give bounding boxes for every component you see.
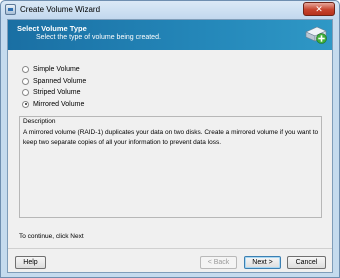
cancel-button[interactable]: Cancel bbox=[287, 256, 326, 269]
radio-button[interactable] bbox=[22, 100, 29, 108]
radio-label: Spanned Volume bbox=[33, 77, 87, 85]
radio-label: Striped Volume bbox=[33, 89, 81, 96]
radio-striped-volume[interactable]: Striped Volume bbox=[22, 87, 86, 98]
volume-type-radio-group: Simple Volume Spanned Volume Striped Vol… bbox=[22, 64, 86, 110]
next-button[interactable]: Next > bbox=[244, 256, 281, 269]
title-bar[interactable]: Create Volume Wizard ✕ bbox=[1, 1, 339, 19]
page-title: Select Volume Type bbox=[17, 24, 87, 33]
close-icon: ✕ bbox=[315, 3, 323, 14]
description-groupbox: Description A mirrored volume (RAID-1) d… bbox=[19, 116, 322, 218]
help-button[interactable]: Help bbox=[15, 256, 46, 269]
continue-instruction: To continue, click Next bbox=[19, 233, 84, 240]
radio-mirrored-volume[interactable]: Mirrored Volume bbox=[22, 99, 86, 110]
header-banner: Select Volume Type Select the type of vo… bbox=[8, 20, 332, 50]
wizard-app-icon bbox=[5, 4, 16, 15]
wizard-window: Create Volume Wizard ✕ Select Volume Typ… bbox=[0, 0, 340, 278]
radio-button[interactable] bbox=[22, 77, 29, 85]
footer-divider bbox=[8, 248, 332, 249]
back-button[interactable]: < Back bbox=[200, 256, 237, 269]
disk-add-icon bbox=[305, 26, 327, 44]
window-title: Create Volume Wizard bbox=[20, 5, 101, 14]
description-heading: Description bbox=[23, 118, 56, 125]
radio-label: Simple Volume bbox=[33, 66, 80, 73]
radio-label: Mirrored Volume bbox=[33, 100, 85, 108]
description-text: A mirrored volume (RAID-1) duplicates yo… bbox=[23, 129, 319, 146]
radio-simple-volume[interactable]: Simple Volume bbox=[22, 64, 86, 75]
close-button[interactable]: ✕ bbox=[303, 2, 335, 16]
radio-button[interactable] bbox=[22, 89, 29, 96]
radio-spanned-volume[interactable]: Spanned Volume bbox=[22, 76, 86, 87]
page-subtitle: Select the type of volume being created. bbox=[36, 34, 161, 41]
wizard-page: Select Volume Type Select the type of vo… bbox=[7, 19, 333, 273]
radio-button[interactable] bbox=[22, 66, 29, 73]
